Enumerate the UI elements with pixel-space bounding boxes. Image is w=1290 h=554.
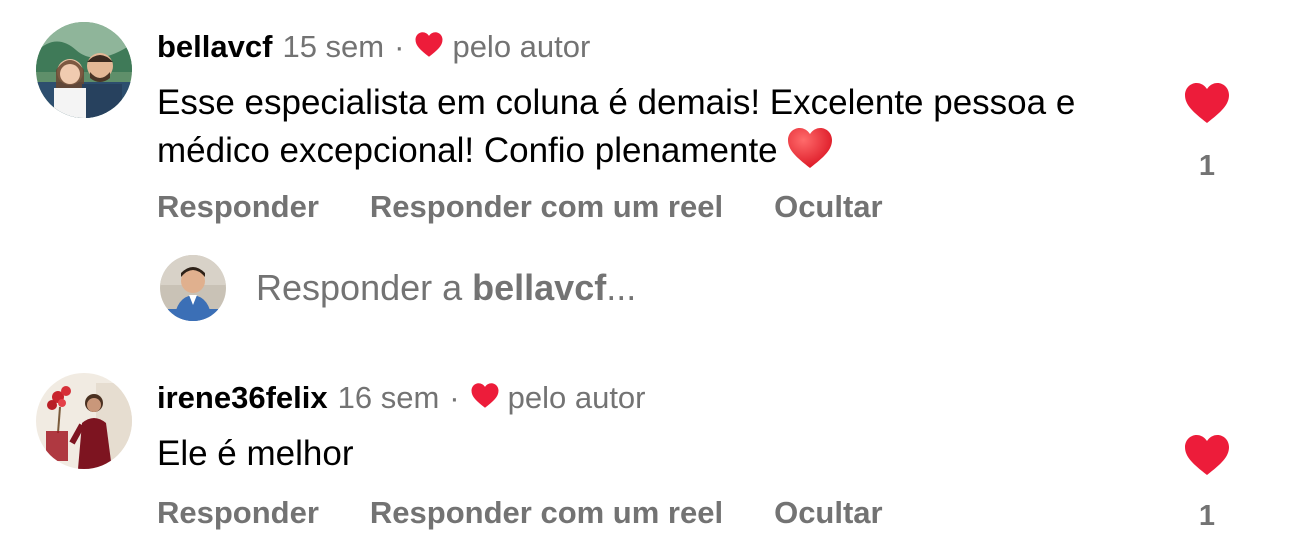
- current-user-avatar: [160, 255, 226, 321]
- comment-text: Esse especialista em coluna é demais! Ex…: [157, 80, 1157, 182]
- comment-text: Ele é melhor: [157, 431, 1157, 477]
- reply-prefix: Responder a: [256, 267, 473, 308]
- reply-input[interactable]: Responder a bellavcf...: [256, 267, 636, 309]
- reply-with-reel-button[interactable]: Responder com um reel: [370, 189, 723, 225]
- avatar-irene36felix[interactable]: [36, 373, 132, 469]
- like-button[interactable]: [1182, 81, 1232, 130]
- username-link[interactable]: bellavcf: [157, 29, 272, 65]
- like-button[interactable]: [1182, 433, 1232, 482]
- comment-actions: Responder Responder com um reel Ocultar: [157, 189, 934, 225]
- reply-target-username: bellavcf: [472, 267, 607, 308]
- hide-button[interactable]: Ocultar: [774, 495, 883, 531]
- liked-by-author-heart-icon: [470, 381, 500, 417]
- reply-button[interactable]: Responder: [157, 495, 319, 531]
- meta-separator: ·: [449, 380, 460, 415]
- heart-filled-icon: [1185, 435, 1229, 475]
- heart-filled-icon: [1185, 83, 1229, 123]
- reply-button[interactable]: Responder: [157, 189, 319, 225]
- comment-text-content: Esse especialista em coluna é demais! Ex…: [157, 83, 1076, 170]
- red-heart-emoji-icon: [786, 126, 834, 182]
- liked-by-author-heart-icon: [414, 30, 444, 66]
- liked-by-author-label: pelo autor: [507, 380, 646, 415]
- comment-time: 16 sem: [337, 380, 440, 415]
- reply-ellipsis: ...: [606, 267, 637, 308]
- comment-meta: irene36felix 16 sem · pelo autor: [157, 380, 646, 416]
- like-count: 1: [1198, 150, 1216, 182]
- comment-meta: bellavcf 15 sem · pelo autor: [157, 29, 590, 65]
- meta-separator: ·: [394, 29, 405, 64]
- avatar-bellavcf[interactable]: [36, 22, 132, 118]
- username-link[interactable]: irene36felix: [157, 380, 328, 416]
- liked-by-author-label: pelo autor: [452, 29, 591, 64]
- comment-text-content: Ele é melhor: [157, 434, 354, 473]
- reply-composer: Responder a bellavcf...: [160, 255, 636, 321]
- hide-button[interactable]: Ocultar: [774, 189, 883, 225]
- comment-actions: Responder Responder com um reel Ocultar: [157, 495, 934, 531]
- reply-with-reel-button[interactable]: Responder com um reel: [370, 495, 723, 531]
- comment-time: 15 sem: [282, 29, 385, 64]
- like-count: 1: [1198, 500, 1216, 532]
